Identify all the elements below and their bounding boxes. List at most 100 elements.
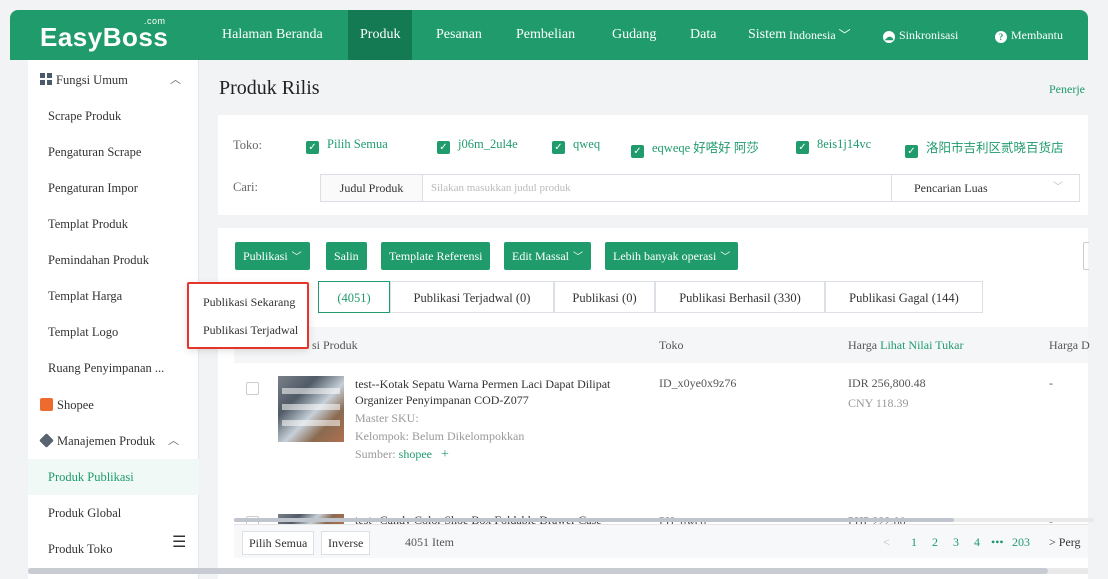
sidebar-item-product-template[interactable]: Templat Produk <box>28 206 199 242</box>
tab-failed[interactable]: Publikasi Gagal (144) <box>825 281 983 313</box>
add-source-icon[interactable]: + <box>441 447 449 462</box>
chevron-down-icon: ﹀ <box>720 252 731 263</box>
chevron-up-icon: ︿ <box>168 435 179 447</box>
sidebar-item-published-products[interactable]: Produk Publikasi <box>28 459 199 495</box>
sync-label: Sinkronisasi <box>899 28 959 42</box>
column-price-2: Harga D <box>1049 338 1090 352</box>
page-2[interactable]: 2 <box>932 525 938 559</box>
chevron-down-icon: ﹀ <box>1053 182 1063 193</box>
sidebar-item-global-products[interactable]: Produk Global <box>28 495 199 531</box>
scrollbar-thumb[interactable] <box>28 568 1048 574</box>
template-reference-button[interactable]: Template Referensi <box>381 242 491 270</box>
row-price-2: - <box>1049 376 1053 390</box>
search-type-select[interactable]: Judul Produk <box>321 175 423 201</box>
sidebar-item-scrape[interactable]: Scrape Produk <box>28 98 199 134</box>
publish-button[interactable]: Publikasi ﹀ <box>235 242 310 270</box>
sync-button[interactable]: ☁ Sinkronisasi <box>883 10 958 60</box>
search-mode-label: Pencarian Luas <box>914 181 988 195</box>
sidebar-group-label: Manajemen Produk <box>57 434 156 448</box>
sidebar-item-product-transfer[interactable]: Pemindahan Produk <box>28 242 199 278</box>
main-content: Produk Rilis Penerje Toko: ✓ Pilih Semua … <box>200 60 1108 579</box>
page-3[interactable]: 3 <box>953 525 959 559</box>
table-row: test--Kotak Sepatu Warna Permen Laci Dap… <box>234 368 1088 488</box>
chevron-down-icon: ﹀ <box>291 252 302 263</box>
tab-all[interactable]: (4051) <box>318 281 390 313</box>
logo-text: EasyBoss <box>40 22 169 52</box>
sidebar-item-price-template[interactable]: Templat Harga <box>28 278 199 314</box>
box-icon <box>39 433 54 448</box>
more-operations-button[interactable]: Lebih banyak operasi ﹀ <box>605 242 739 270</box>
page-title: Produk Rilis <box>219 77 320 99</box>
nav-item-product[interactable]: Produk <box>348 10 413 60</box>
shop-option[interactable]: ✓ j06m_2ul4e <box>437 137 518 154</box>
tab-success[interactable]: Publikasi Berhasil (330) <box>655 281 825 313</box>
language-selector[interactable]: Indonesia ﹀ <box>789 10 851 60</box>
table-scrollbar[interactable] <box>234 518 1094 522</box>
table-footer: Pilih Semua Inverse 4051 Item < 1 2 3 4 … <box>234 524 1088 558</box>
exchange-rate-link[interactable]: Lihat Nilai Tukar <box>880 338 963 352</box>
checkbox-checked-icon: ✓ <box>306 141 319 154</box>
search-input[interactable] <box>431 175 881 201</box>
bulk-edit-label: Edit Massal <box>512 249 569 263</box>
bulk-edit-button[interactable]: Edit Massal ﹀ <box>504 242 591 270</box>
product-sku: Master SKU: <box>355 411 419 425</box>
product-thumbnail[interactable] <box>278 376 344 442</box>
search-mode-select[interactable]: Pencarian Luas ﹀ <box>891 175 1079 201</box>
shop-option[interactable]: ✓ qweq <box>552 137 600 154</box>
publish-dropdown-menu: Publikasi Sekarang Publikasi Terjadwal <box>187 282 309 349</box>
sidebar-group-general[interactable]: Fungsi Umum ︿ <box>28 62 199 98</box>
nav-item-purchase[interactable]: Pembelian <box>516 10 575 60</box>
source-link[interactable]: shopee <box>399 447 432 461</box>
column-shop: Toko <box>659 338 684 352</box>
help-button[interactable]: ? Membantu <box>995 10 1063 60</box>
page-4[interactable]: 4 <box>974 525 980 559</box>
tab-publishing[interactable]: Publikasi (0) <box>554 281 655 313</box>
shop-option[interactable]: ✓ 8eis1j14vc <box>796 137 871 154</box>
column-price: Harga Lihat Nilai Tukar <box>848 327 963 363</box>
nav-item-system[interactable]: Sistem <box>748 10 786 60</box>
product-source: Sumber: shopee + <box>355 446 449 463</box>
menu-item-publish-scheduled[interactable]: Publikasi Terjadwal <box>203 323 298 338</box>
product-list-panel: Publikasi ﹀ Salin Template Referensi Edit… <box>218 228 1094 579</box>
settings-button[interactable] <box>1083 242 1089 270</box>
select-all-button[interactable]: Pilih Semua <box>242 531 315 555</box>
row-checkbox[interactable] <box>246 382 259 395</box>
prev-page-button[interactable]: < <box>883 525 890 559</box>
sidebar-group-product-management[interactable]: Manajemen Produk ︿ <box>28 423 199 459</box>
shop-option[interactable]: ✓ eqweqe 好嗒好 阿莎 <box>631 137 759 158</box>
shop-option-label: 8eis1j14vc <box>817 137 872 151</box>
shop-label: Toko: <box>233 138 262 152</box>
row-shop: ID_x0ye0x9z76 <box>659 376 737 390</box>
sidebar-group-shopee[interactable]: Shopee <box>28 387 199 423</box>
shop-option[interactable]: ✓ 洛阳市吉利区贰晓百货店 <box>905 137 1064 158</box>
page-1[interactable]: 1 <box>911 525 917 559</box>
nav-item-warehouse[interactable]: Gudang <box>612 10 656 60</box>
page-ellipsis[interactable]: ••• <box>991 525 1004 559</box>
more-operations-label: Lebih banyak operasi <box>613 249 717 263</box>
tab-scheduled[interactable]: Publikasi Terjadwal (0) <box>390 281 554 313</box>
scrollbar-thumb[interactable] <box>234 518 954 522</box>
filter-panel: Toko: ✓ Pilih Semua ✓ j06m_2ul4e ✓ qweq ✓ eq… <box>218 115 1088 215</box>
page-last[interactable]: 203 <box>1012 525 1030 559</box>
next-page-button[interactable]: > Perg <box>1049 525 1081 559</box>
menu-item-publish-now[interactable]: Publikasi Sekarang <box>203 295 295 310</box>
shop-option-label: qweq <box>573 137 601 151</box>
nav-item-data[interactable]: Data <box>690 10 716 60</box>
logo[interactable]: EasyBoss .com <box>40 16 169 53</box>
sidebar-item-scrape-settings[interactable]: Pengaturan Scrape <box>28 134 199 170</box>
shop-option-all[interactable]: ✓ Pilih Semua <box>306 137 388 154</box>
guide-link[interactable]: Penerje <box>1049 82 1085 97</box>
nav-item-home[interactable]: Halaman Beranda <box>222 10 323 60</box>
help-label: Membantu <box>1011 28 1063 42</box>
chevron-up-icon: ︿ <box>170 74 181 86</box>
menu-collapse-icon[interactable]: ☰ <box>172 532 186 552</box>
main-nav: EasyBoss .com Halaman Beranda Produk Pes… <box>10 10 1088 60</box>
sidebar-item-import-settings[interactable]: Pengaturan Impor <box>28 170 199 206</box>
nav-item-orders[interactable]: Pesanan <box>436 10 482 60</box>
page-scrollbar[interactable] <box>28 568 1088 574</box>
sidebar-item-logo-template[interactable]: Templat Logo <box>28 314 199 350</box>
copy-button[interactable]: Salin <box>326 242 367 270</box>
product-title[interactable]: test--Kotak Sepatu Warna Permen Laci Dap… <box>355 376 625 408</box>
inverse-button[interactable]: Inverse <box>321 531 371 555</box>
sidebar-item-storage[interactable]: Ruang Penyimpanan ... <box>28 350 199 386</box>
